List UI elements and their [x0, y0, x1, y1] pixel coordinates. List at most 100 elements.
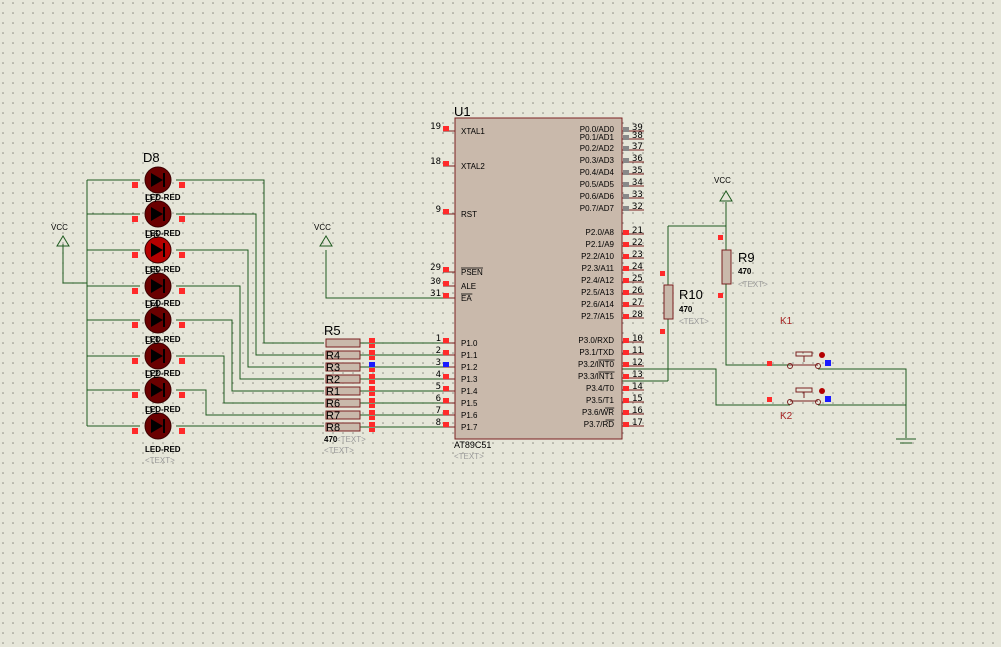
vcc-label: VCC: [314, 223, 331, 232]
chip-pin[interactable]: 16 P3.6/WR: [582, 406, 644, 417]
pin-label: EA: [461, 294, 472, 303]
pin-label: P0.7/AD7: [580, 204, 615, 213]
chip-pin[interactable]: 27 P2.6/A14: [581, 298, 644, 309]
pin-number: 1: [436, 334, 441, 344]
pin-marker: [443, 410, 449, 415]
chip-pin[interactable]: 17 P3.7/RD: [584, 418, 644, 429]
pin-marker: [443, 374, 449, 379]
pin-marker: [132, 252, 138, 258]
pin-marker: [369, 344, 375, 348]
r9-text: <TEXT>: [738, 280, 768, 289]
pin-marker: [623, 362, 629, 367]
pin-marker: [623, 146, 629, 151]
chip-pin[interactable]: 28 P2.7/A15: [581, 310, 644, 321]
pin-marker: [369, 362, 375, 367]
pin-marker: [660, 329, 665, 334]
r10-ref: R10: [679, 287, 703, 302]
pin-marker: [179, 322, 185, 328]
led-ref: D5: [145, 265, 159, 277]
pin-label: P3.5/T1: [586, 396, 615, 405]
resistor-array-text: <TEXT>: [336, 435, 366, 444]
pin-marker: [369, 350, 375, 355]
chip-pin[interactable]: 11 P3.1/TXD: [579, 346, 644, 357]
pin-marker: [443, 293, 449, 298]
chip-pin[interactable]: 13 P3.3/INT1: [578, 370, 644, 381]
pin-number: 24: [632, 262, 643, 272]
pin-label: P3.1/TXD: [579, 348, 614, 357]
pin-marker: [443, 362, 449, 367]
array-resistor-ref: R7: [326, 410, 340, 422]
pin-marker: [623, 182, 629, 187]
pin-marker: [443, 350, 449, 355]
chip-u1[interactable]: U1 AT89C51 <TEXT> 19 XTAL118 XTAL29 RST29 PS…: [430, 104, 644, 461]
array-resistor-ref: R4: [326, 350, 340, 362]
pin-number: 3: [436, 358, 441, 368]
pin-number: 5: [436, 382, 441, 392]
chip-pins-right: 39P0.0/AD038P0.1/AD137P0.2/AD236P0.3/AD3…: [578, 123, 644, 429]
pin-marker: [179, 182, 185, 188]
pin-marker: [179, 428, 185, 434]
pin-marker: [623, 338, 629, 343]
chip-pin[interactable]: 35 P0.4/AD4: [580, 166, 644, 177]
pin-label: P2.0/A8: [586, 228, 615, 237]
pin-marker: [623, 302, 629, 307]
pin-label: ALE: [461, 282, 476, 291]
pin-marker: [179, 358, 185, 364]
chip-pin[interactable]: 23 P2.2/A10: [581, 250, 644, 261]
pin-marker: [179, 216, 185, 222]
pin-marker: [179, 252, 185, 258]
array-resistor-ref: R1: [326, 386, 340, 398]
chip-pin[interactable]: 32 P0.7/AD7: [580, 202, 644, 213]
led-value-label: LED-RED: [145, 445, 181, 454]
pin-marker: [767, 397, 772, 402]
chip-pin[interactable]: 38 P0.1/AD1: [580, 131, 644, 142]
pin-label: P0.1/AD1: [580, 133, 615, 142]
chip-pin[interactable]: 24 P2.3/A11: [582, 262, 644, 273]
led-ref: D4: [145, 299, 159, 311]
pin-marker: [369, 410, 375, 415]
pin-label: P1.3: [461, 375, 478, 384]
pin-label: P1.6: [461, 411, 478, 420]
chip-pin[interactable]: 12 P3.2/INT0: [578, 358, 644, 369]
pin-number: 31: [430, 289, 441, 299]
r10-value: 470: [679, 305, 693, 314]
pin-number: 8: [436, 418, 441, 428]
pin-label: XTAL1: [461, 127, 485, 136]
pin-marker: [369, 428, 375, 432]
schematic-canvas[interactable]: U1 AT89C51 <TEXT> 19 XTAL118 XTAL29 RST29 PS…: [0, 0, 1001, 647]
pin-label: P0.4/AD4: [580, 168, 615, 177]
chip-pin[interactable]: 34 P0.5/AD5: [580, 178, 644, 189]
pin-label: P1.0: [461, 339, 478, 348]
pin-number: 22: [632, 238, 643, 248]
pin-label: P1.4: [461, 387, 478, 396]
vcc-label: VCC: [714, 176, 731, 185]
pin-label: P1.2: [461, 363, 478, 372]
chip-pin[interactable]: 26 P2.5/A13: [581, 286, 644, 297]
pin-number: 38: [632, 131, 643, 141]
pin-marker: [623, 254, 629, 259]
pin-marker: [369, 422, 375, 427]
pin-marker: [623, 386, 629, 391]
pin-marker: [623, 194, 629, 199]
pin-marker: [443, 422, 449, 427]
pin-number: 14: [632, 382, 643, 392]
pin-marker: [369, 380, 375, 384]
array-resistor-ref: R8: [326, 422, 340, 434]
pin-marker: [623, 422, 629, 427]
pin-marker: [369, 386, 375, 391]
chip-pin[interactable]: 37 P0.2/AD2: [580, 142, 644, 153]
chip-pin[interactable]: 25 P2.4/A12: [581, 274, 644, 285]
pin-marker: [623, 410, 629, 415]
pin-marker: [132, 182, 138, 188]
chip-pin[interactable]: 10 P3.0/RXD: [578, 334, 644, 345]
pin-number: 32: [632, 202, 643, 212]
chip-pin[interactable]: 33 P0.6/AD6: [580, 190, 644, 201]
pin-label: P2.6/A14: [581, 300, 614, 309]
pin-marker: [443, 386, 449, 391]
k2-ref: K2: [780, 411, 793, 422]
chip-pin[interactable]: 36 P0.3/AD3: [580, 154, 644, 165]
chip-ref: U1: [454, 104, 471, 119]
pin-marker: [132, 358, 138, 364]
pin-marker: [767, 361, 772, 366]
pin-marker: [623, 290, 629, 295]
